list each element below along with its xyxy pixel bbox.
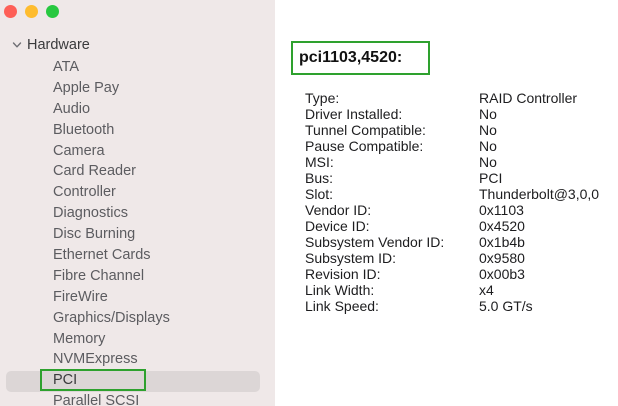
sidebar-item-label: Apple Pay xyxy=(53,79,120,96)
property-key: Pause Compatible: xyxy=(305,138,424,154)
sidebar-item-label: Disc Burning xyxy=(53,226,136,243)
property-row: Link Speed: 5.0 GT/s xyxy=(305,298,599,314)
property-value: 0x9580 xyxy=(479,250,525,266)
property-value: No xyxy=(479,154,497,170)
property-row: Bus: PCI xyxy=(305,170,599,186)
sidebar-item-label: ATA xyxy=(53,59,80,75)
property-key: MSI: xyxy=(305,154,334,170)
sidebar-item-label: Graphics/Displays xyxy=(53,309,170,326)
sidebar: Hardware ATA Apple Pay Audio Bluetooth Camer… xyxy=(0,0,275,406)
sidebar-item-ata[interactable]: ATA xyxy=(0,57,275,78)
sidebar-item-label: Controller xyxy=(53,184,116,201)
property-value: 0x4520 xyxy=(479,218,525,234)
property-row: Vendor ID: 0x1103 xyxy=(305,202,599,218)
property-key: Subsystem Vendor ID: xyxy=(305,234,445,250)
sidebar-group-hardware[interactable]: Hardware xyxy=(12,37,90,53)
property-key: Device ID: xyxy=(305,218,370,234)
sidebar-item-label: NVMExpress xyxy=(53,351,138,368)
property-row: Subsystem Vendor ID: 0x1b4b xyxy=(305,234,599,250)
sidebar-item-camera[interactable]: Camera xyxy=(0,141,275,162)
sidebar-item-label: Audio xyxy=(53,100,91,117)
property-row: Tunnel Compatible: No xyxy=(305,122,599,138)
property-row: Driver Installed: No xyxy=(305,106,599,122)
sidebar-item-label: Card Reader xyxy=(53,163,137,180)
sidebar-item-label: Camera xyxy=(53,142,105,159)
property-row: Subsystem ID: 0x9580 xyxy=(305,250,599,266)
sidebar-item-memory[interactable]: Memory xyxy=(0,329,275,350)
property-row: Slot: Thunderbolt@3,0,0 xyxy=(305,186,599,202)
property-value: Thunderbolt@3,0,0 xyxy=(479,186,600,202)
sidebar-item-label: Fibre Channel xyxy=(53,267,145,284)
property-row: Revision ID: 0x00b3 xyxy=(305,266,599,282)
sidebar-item-label: Memory xyxy=(53,330,106,347)
sidebar-item-nvmexpress[interactable]: NVMExpress xyxy=(0,349,275,370)
property-row: Pause Compatible: No xyxy=(305,138,599,154)
device-title: pci1103,4520: xyxy=(299,49,403,66)
properties-list: Type: RAID Controller Driver Installed: No T… xyxy=(305,90,599,314)
property-key: Bus: xyxy=(305,170,334,186)
sidebar-item-label: Bluetooth xyxy=(53,121,115,138)
close-window-button[interactable] xyxy=(4,5,17,18)
property-key: Link Width: xyxy=(305,282,375,298)
property-key: Driver Installed: xyxy=(305,106,403,122)
sidebar-item-ethernet-cards[interactable]: Ethernet Cards xyxy=(0,245,275,266)
property-key: Slot: xyxy=(305,186,334,202)
property-key: Vendor ID: xyxy=(305,202,372,218)
sidebar-item-diagnostics[interactable]: Diagnostics xyxy=(0,203,275,224)
property-key: Tunnel Compatible: xyxy=(305,122,426,138)
property-row: Type: RAID Controller xyxy=(305,90,599,106)
property-key: Type: xyxy=(305,90,340,106)
property-value: PCI xyxy=(479,170,503,186)
sidebar-item-label: Ethernet Cards xyxy=(53,247,151,264)
pci-highlight-box xyxy=(40,369,146,391)
sidebar-group-label: Hardware xyxy=(27,37,90,53)
property-value: x4 xyxy=(479,282,494,298)
property-value: No xyxy=(479,138,497,154)
sidebar-item-label: FireWire xyxy=(53,288,108,305)
property-value: 0x1103 xyxy=(479,202,524,218)
sidebar-item-parallel-scsi[interactable]: Parallel SCSI xyxy=(0,391,275,406)
property-value: No xyxy=(479,122,497,138)
chevron-down-icon[interactable] xyxy=(12,40,22,50)
property-row: MSI: No xyxy=(305,154,599,170)
property-value: 0x1b4b xyxy=(479,234,525,250)
sidebar-item-fibre-channel[interactable]: Fibre Channel xyxy=(0,266,275,287)
property-value: RAID Controller xyxy=(479,90,578,106)
detail-pane: pci1103,4520: Type: RAID Controller Driver… xyxy=(275,0,618,406)
property-key: Subsystem ID: xyxy=(305,250,397,266)
zoom-window-button[interactable] xyxy=(46,5,59,18)
sidebar-item-bluetooth[interactable]: Bluetooth xyxy=(0,120,275,141)
sidebar-item-audio[interactable]: Audio xyxy=(0,99,275,120)
sidebar-list: ATA Apple Pay Audio Bluetooth Camera Card Rea… xyxy=(0,57,275,406)
window-controls xyxy=(4,5,59,18)
property-key: Link Speed: xyxy=(305,298,379,314)
sidebar-item-graphics-displays[interactable]: Graphics/Displays xyxy=(0,308,275,329)
sidebar-item-card-reader[interactable]: Card Reader xyxy=(0,161,275,182)
property-value: 5.0 GT/s xyxy=(479,298,533,314)
property-row: Link Width: x4 xyxy=(305,282,599,298)
minimize-window-button[interactable] xyxy=(25,5,38,18)
sidebar-item-firewire[interactable]: FireWire xyxy=(0,287,275,308)
sidebar-item-label: Diagnostics xyxy=(53,205,128,222)
property-value: 0x00b3 xyxy=(479,266,525,282)
property-key: Revision ID: xyxy=(305,266,381,282)
sidebar-item-controller[interactable]: Controller xyxy=(0,182,275,203)
property-value: No xyxy=(479,106,497,122)
property-row: Device ID: 0x4520 xyxy=(305,218,599,234)
sidebar-item-label: Parallel SCSI xyxy=(53,393,140,406)
sidebar-item-disc-burning[interactable]: Disc Burning xyxy=(0,224,275,245)
device-title-highlight-box: pci1103,4520: xyxy=(291,41,430,75)
sidebar-item-apple-pay[interactable]: Apple Pay xyxy=(0,78,275,99)
